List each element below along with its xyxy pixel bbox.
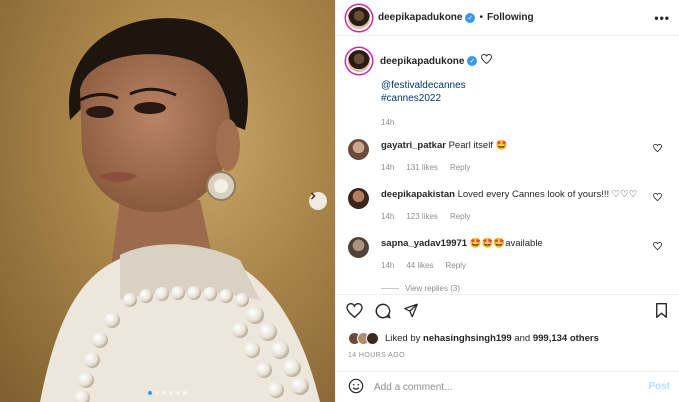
liked-and-label: and <box>514 333 531 344</box>
reply-button[interactable]: Reply <box>450 212 470 221</box>
verified-badge-icon: ✓ <box>467 56 478 66</box>
comment-bubble-icon[interactable] <box>375 303 391 322</box>
chevron-right-icon <box>311 192 316 200</box>
reply-button[interactable]: Reply <box>445 261 465 270</box>
caption-mention-link[interactable]: @festivaldecannes <box>381 80 668 91</box>
add-comment-bar: Post <box>336 371 679 402</box>
comment-time: 14h <box>381 212 395 221</box>
comment-input[interactable] <box>374 382 624 393</box>
comment-time: 14h <box>381 163 395 172</box>
replies-divider <box>381 288 399 289</box>
post-side-panel: deepikapadukone ✓ • Following ••• deepik… <box>335 0 679 402</box>
carousel-next-button[interactable] <box>309 192 327 210</box>
post-timestamp: 14 HOURS AGO <box>348 352 405 359</box>
liked-others-count[interactable]: 999,134 others <box>533 333 599 344</box>
view-replies-button[interactable]: View replies (3) <box>381 284 460 293</box>
carousel-dot <box>169 391 173 395</box>
share-send-icon[interactable] <box>403 303 419 322</box>
post-header: deepikapadukone ✓ • Following ••• <box>336 0 679 36</box>
liker-avatars <box>348 332 379 345</box>
post-actions: Liked by nehasinghsingh199 and 999,134 o… <box>336 294 679 402</box>
bookmark-icon[interactable] <box>655 303 668 321</box>
like-comment-icon[interactable] <box>653 192 662 204</box>
post-comment-button[interactable]: Post <box>648 381 670 392</box>
commenter-username[interactable]: gayatri_patkar <box>381 140 446 151</box>
liker-username[interactable]: nehasinghsingh199 <box>423 333 512 344</box>
view-replies-label: View replies (3) <box>405 284 460 293</box>
commenter-avatar[interactable] <box>348 237 369 258</box>
portrait-illustration <box>40 18 320 402</box>
comment-text: Pearl itself 🤩 <box>448 140 508 151</box>
like-comment-icon[interactable] <box>653 241 662 253</box>
commenter-username[interactable]: sapna_yadav19971 <box>381 238 467 249</box>
header-separator: • <box>479 12 483 23</box>
commenter-username[interactable]: deepikapakistan <box>381 189 455 200</box>
follow-status-button[interactable]: Following <box>487 12 534 23</box>
carousel-dot <box>162 391 166 395</box>
liker-avatar <box>366 332 379 345</box>
comment-text: Loved every Cannes look of yours!!! ♡♡♡ <box>457 189 638 200</box>
comment-text: 🤩🤩🤩available <box>469 238 543 249</box>
caption-avatar[interactable] <box>348 50 370 72</box>
verified-badge-icon: ✓ <box>465 12 476 23</box>
commenter-avatar[interactable] <box>348 139 369 160</box>
commenter-avatar[interactable] <box>348 188 369 209</box>
caption-hashtag-link[interactable]: #cannes2022 <box>381 93 668 104</box>
emoji-icon[interactable] <box>348 378 364 397</box>
caption-time: 14h <box>381 118 395 127</box>
carousel-dot <box>183 391 187 395</box>
likes-summary: Liked by nehasinghsingh199 and 999,134 o… <box>348 332 599 345</box>
comment-likes[interactable]: 131 likes <box>406 163 438 172</box>
caption-username[interactable]: deepikapadukone <box>380 56 464 72</box>
carousel-indicator <box>0 391 335 395</box>
comment-likes[interactable]: 44 likes <box>406 261 433 270</box>
comment-likes[interactable]: 123 likes <box>406 212 438 221</box>
author-username[interactable]: deepikapadukone <box>378 12 462 23</box>
caption: deepikapadukone ✓ @festivaldecannes #can… <box>348 50 668 127</box>
post-photo[interactable] <box>0 0 335 402</box>
like-heart-icon[interactable] <box>346 302 363 322</box>
heart-outline-icon <box>481 53 493 72</box>
like-comment-icon[interactable] <box>653 143 662 155</box>
liked-by-label: Liked by <box>385 333 421 344</box>
more-options-icon[interactable]: ••• <box>654 11 670 25</box>
carousel-dot <box>155 391 159 395</box>
carousel-dot <box>176 391 180 395</box>
author-avatar[interactable] <box>348 6 370 29</box>
carousel-dot <box>148 391 152 395</box>
reply-button[interactable]: Reply <box>450 163 470 172</box>
comment-time: 14h <box>381 261 395 270</box>
